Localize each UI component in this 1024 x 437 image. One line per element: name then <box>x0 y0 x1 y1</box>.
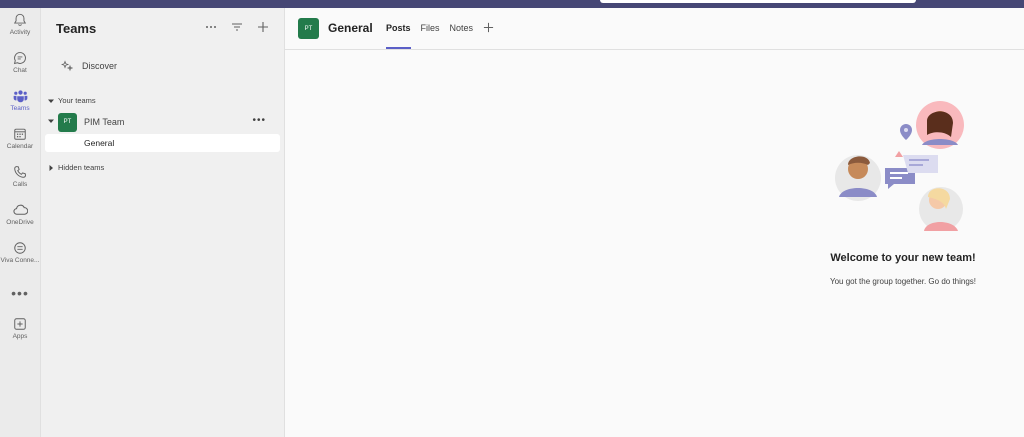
add-tab-button[interactable] <box>483 8 494 49</box>
rail-item-onedrive[interactable]: OneDrive <box>0 203 40 239</box>
team-avatar: PT <box>58 112 77 132</box>
rail-label: Calls <box>12 181 28 188</box>
teams-icon <box>13 90 27 103</box>
discover-label: Discover <box>82 61 118 71</box>
hidden-teams-section[interactable]: Hidden teams <box>48 163 104 172</box>
team-name: PIM Team <box>84 117 125 127</box>
channel-item-general[interactable]: General <box>45 134 280 152</box>
add-team-button[interactable] <box>256 20 270 34</box>
more-icon: ••• <box>11 285 29 301</box>
tab-files[interactable]: Files <box>421 8 440 49</box>
rail-item-chat[interactable]: Chat <box>0 51 40 87</box>
rail-label: Viva Conne... <box>0 257 40 264</box>
rail-label: Calendar <box>6 143 34 150</box>
your-teams-section[interactable]: Your teams <box>48 96 96 105</box>
rail-item-activity[interactable]: Activity <box>0 13 40 49</box>
rail-item-calendar[interactable]: Calendar <box>0 127 40 163</box>
rail-label: Teams <box>10 105 30 112</box>
title-bar <box>0 0 1024 8</box>
discover-button[interactable]: Discover <box>61 60 117 72</box>
caret-down-icon <box>48 118 58 126</box>
rail-item-teams[interactable]: Teams <box>0 89 40 125</box>
main-content: PT General Posts Files Notes Welcome to … <box>285 8 1024 437</box>
welcome-illustration <box>835 101 964 231</box>
rail-item-viva-connections[interactable]: Viva Conne... <box>0 241 40 277</box>
tab-notes[interactable]: Notes <box>450 8 474 49</box>
caret-right-icon <box>49 164 53 171</box>
sparkle-icon <box>61 60 73 72</box>
rail-label: Chat <box>13 67 27 74</box>
calendar-icon <box>14 128 26 140</box>
channel-tabs: Posts Files Notes <box>386 8 494 49</box>
more-icon <box>206 26 216 28</box>
panel-title: Teams <box>56 21 97 36</box>
phone-icon <box>14 166 27 178</box>
team-item-pim-team[interactable]: PT PIM Team ••• <box>48 112 276 132</box>
chat-icon <box>13 52 26 65</box>
rail-label: Apps <box>12 333 28 340</box>
rail-item-calls[interactable]: Calls <box>0 165 40 201</box>
tab-posts[interactable]: Posts <box>386 8 411 49</box>
channel-title: General <box>328 21 373 35</box>
plus-icon <box>483 22 494 33</box>
app-rail: Activity Chat Teams Calendar Calls OneDr… <box>0 8 41 437</box>
bell-icon <box>13 13 27 26</box>
caret-down-icon <box>48 99 54 103</box>
cloud-icon <box>12 204 28 215</box>
welcome-subtitle: You got the group together. Go do things… <box>829 277 977 286</box>
section-label: Hidden teams <box>58 163 105 172</box>
team-more-options-button[interactable]: ••• <box>252 115 266 126</box>
search-bar[interactable] <box>600 0 916 3</box>
channel-header: PT General Posts Files Notes <box>285 8 1024 50</box>
filter-button[interactable] <box>230 20 244 34</box>
channel-avatar: PT <box>298 18 319 39</box>
rail-more-button[interactable]: ••• <box>0 285 40 303</box>
teams-panel: Teams Discover Your teams PT PIM Team ••… <box>41 8 285 437</box>
panel-actions <box>204 20 270 34</box>
apps-icon <box>14 318 26 330</box>
filter-icon <box>232 23 242 31</box>
rail-label: OneDrive <box>6 219 34 226</box>
rail-item-apps[interactable]: Apps <box>0 317 40 353</box>
viva-icon <box>14 242 26 254</box>
section-label: Your teams <box>58 96 96 105</box>
channel-name: General <box>84 138 115 148</box>
plus-icon <box>258 22 268 32</box>
more-options-button[interactable] <box>204 20 218 34</box>
rail-label: Activity <box>9 29 31 36</box>
welcome-title: Welcome to your new team! <box>830 252 976 264</box>
